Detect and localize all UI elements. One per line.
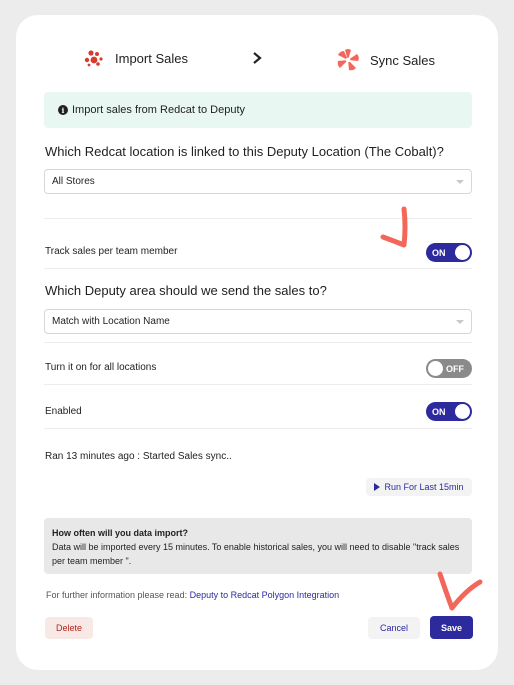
caret-down-icon bbox=[456, 180, 464, 184]
redcat-location-value: All Stores bbox=[52, 176, 95, 187]
divider bbox=[44, 342, 472, 343]
step-import: Import Sales bbox=[83, 48, 188, 68]
location-question: Which Redcat location is linked to this … bbox=[45, 144, 444, 159]
toggle-knob bbox=[455, 404, 470, 419]
integration-doc-link[interactable]: Deputy to Redcat Polygon Integration bbox=[190, 590, 340, 600]
divider bbox=[44, 428, 472, 429]
run-button-label: Run For Last 15min bbox=[384, 482, 464, 492]
info-banner: i Import sales from Redcat to Deputy bbox=[44, 92, 472, 128]
further-info-prefix: For further information please read: bbox=[46, 590, 188, 600]
all-locations-toggle-text: OFF bbox=[446, 363, 464, 374]
redcat-location-select[interactable]: All Stores bbox=[44, 169, 472, 194]
import-frequency-note: How often will you data import? Data wil… bbox=[44, 518, 472, 574]
redcat-logo-icon bbox=[84, 50, 103, 67]
track-sales-label: Track sales per team member bbox=[45, 246, 178, 257]
run-last-15min-button[interactable]: Run For Last 15min bbox=[366, 478, 472, 496]
enabled-toggle-text: ON bbox=[432, 406, 446, 417]
deputy-logo-icon bbox=[337, 49, 359, 71]
divider bbox=[44, 268, 472, 269]
delete-button[interactable]: Delete bbox=[45, 617, 93, 639]
track-sales-toggle[interactable]: ON bbox=[426, 243, 472, 262]
step-sync-label: Sync Sales bbox=[370, 52, 436, 68]
deputy-area-value: Match with Location Name bbox=[52, 316, 170, 327]
note-body: Data will be imported every 15 minutes. … bbox=[52, 542, 460, 566]
annotation-check-icon bbox=[380, 206, 408, 248]
step-import-label: Import Sales bbox=[115, 50, 188, 66]
enabled-label: Enabled bbox=[45, 406, 82, 417]
all-locations-label: Turn it on for all locations bbox=[45, 362, 157, 373]
sync-status-text: Ran 13 minutes ago : Started Sales sync.… bbox=[45, 451, 232, 462]
caret-down-icon bbox=[456, 320, 464, 324]
toggle-knob bbox=[428, 361, 443, 376]
toggle-knob bbox=[455, 245, 470, 260]
note-title: How often will you data import? bbox=[52, 528, 188, 538]
info-icon: i bbox=[58, 105, 68, 115]
further-info: For further information please read: Dep… bbox=[46, 590, 339, 600]
chevron-right-icon bbox=[252, 51, 262, 67]
cancel-button[interactable]: Cancel bbox=[368, 617, 420, 639]
annotation-check-icon bbox=[437, 571, 483, 611]
track-sales-toggle-text: ON bbox=[432, 247, 446, 258]
save-button[interactable]: Save bbox=[430, 616, 473, 639]
play-icon bbox=[374, 483, 381, 491]
info-banner-text: Import sales from Redcat to Deputy bbox=[72, 104, 246, 116]
area-question: Which Deputy area should we send the sal… bbox=[45, 283, 327, 298]
all-locations-toggle[interactable]: OFF bbox=[426, 359, 472, 378]
divider bbox=[44, 384, 472, 385]
enabled-toggle[interactable]: ON bbox=[426, 402, 472, 421]
step-sync: Sync Sales bbox=[336, 48, 435, 72]
deputy-area-select[interactable]: Match with Location Name bbox=[44, 309, 472, 334]
